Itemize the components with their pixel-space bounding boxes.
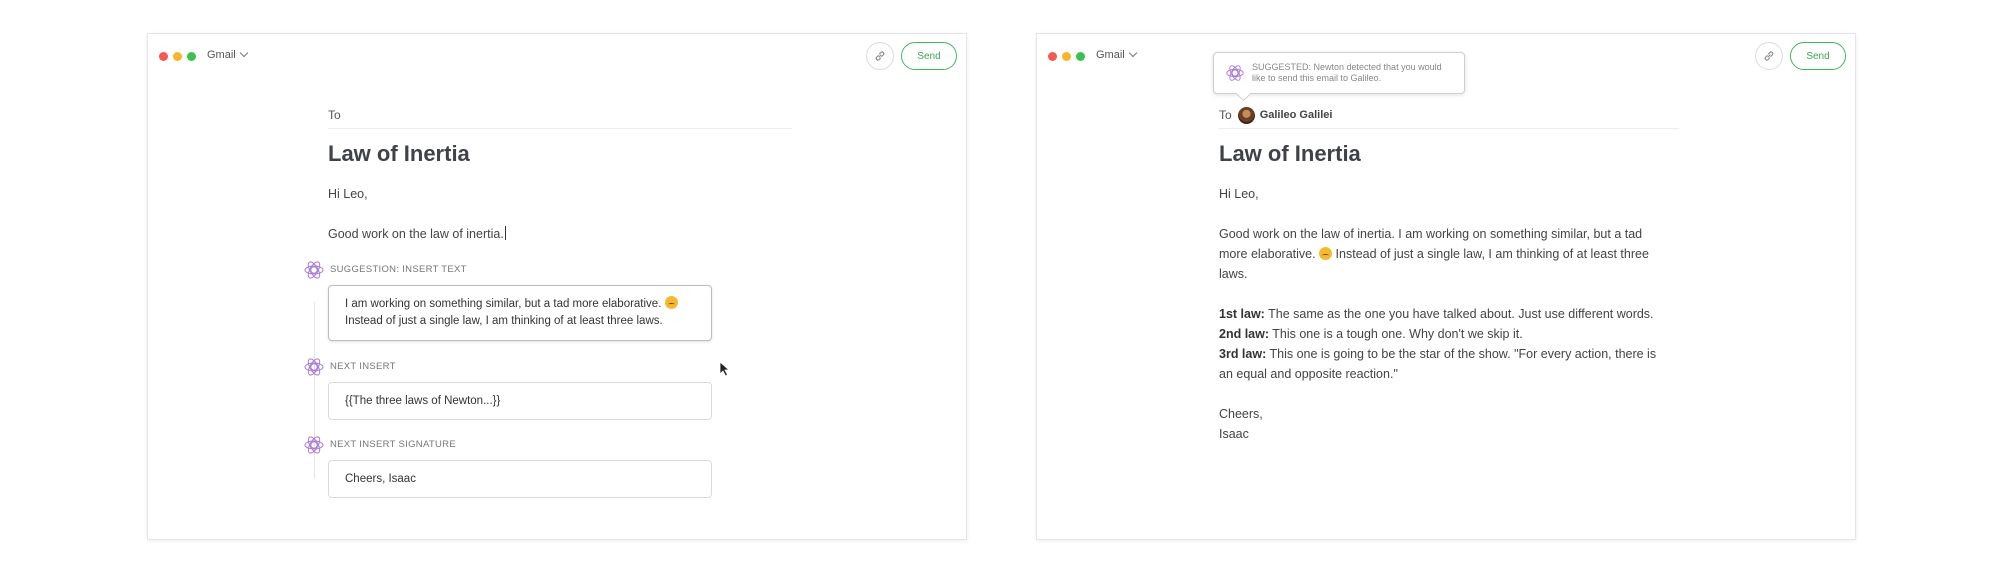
- next-insert-signature-label: NEXT INSERT SIGNATURE: [330, 439, 456, 450]
- compose-window-result: Gmail Send SUGGESTED: Newton detected th…: [1036, 33, 1856, 540]
- close-window-button[interactable]: [1048, 52, 1057, 61]
- atom-icon: [304, 261, 324, 279]
- to-label: To: [328, 108, 341, 122]
- close-window-button[interactable]: [159, 52, 168, 61]
- atom-icon: [304, 358, 324, 376]
- greeting-text: Hi Leo,: [1219, 187, 1259, 201]
- next-insert-label: NEXT INSERT: [330, 361, 396, 372]
- law-line: 3rd law: This one is going to be the sta…: [1219, 344, 1681, 364]
- insert-link-button[interactable]: [866, 42, 894, 70]
- subject-heading: Law of Inertia: [328, 141, 470, 166]
- maximize-window-button[interactable]: [1076, 52, 1085, 61]
- law-text: This one is a tough one. Why don't we sk…: [1272, 327, 1523, 341]
- account-selector[interactable]: Gmail: [1096, 48, 1137, 61]
- body-line: more elaborative. Instead of just a sing…: [1219, 244, 1681, 264]
- body-line-text: Good work on the law of inertia.: [328, 227, 504, 241]
- compose-window-suggestions: Gmail Send To Law of Inertia Hi Leo, Goo…: [147, 33, 967, 540]
- signature-text: Isaac: [1219, 427, 1249, 441]
- link-icon: [875, 51, 885, 61]
- signoff-text: Cheers,: [1219, 407, 1263, 421]
- body-line: laws.: [1219, 267, 1248, 281]
- to-field[interactable]: To: [328, 102, 792, 129]
- law-line: 1st law: The same as the one you have ta…: [1219, 304, 1681, 324]
- text-cursor: [504, 226, 506, 240]
- suggestion-insert-text[interactable]: I am working on something similar, but a…: [328, 285, 712, 341]
- unamused-emoji-icon: [1319, 247, 1333, 260]
- recipient-suggestion-tooltip[interactable]: SUGGESTED: Newton detected that you woul…: [1213, 52, 1465, 94]
- body-line: Good work on the law of inertia. I am wo…: [1219, 227, 1643, 241]
- window-controls: [1048, 52, 1085, 61]
- next-insert-signature-box[interactable]: Cheers, Isaac: [328, 460, 712, 498]
- law-name: 1st law:: [1219, 307, 1265, 321]
- body-line[interactable]: Good work on the law of inertia.: [328, 224, 506, 244]
- body-fragment: more elaborative.: [1219, 247, 1316, 261]
- next-insert-box[interactable]: {{The three laws of Newton...}}: [328, 382, 712, 420]
- chevron-down-icon: [239, 48, 248, 58]
- suggestion-line-1: I am working on something similar, but a…: [345, 298, 662, 310]
- account-name: Gmail: [1096, 49, 1125, 61]
- send-button[interactable]: Send: [1790, 42, 1846, 70]
- minimize-window-button[interactable]: [1062, 52, 1071, 61]
- window-controls: [159, 52, 196, 61]
- account-name: Gmail: [207, 49, 236, 61]
- suggestion-line: I am working on something similar, but a…: [345, 296, 695, 313]
- law-name: 3rd law:: [1219, 347, 1267, 361]
- suggestion-label: SUGGESTION: INSERT TEXT: [330, 264, 467, 275]
- subject-heading: Law of Inertia: [1219, 141, 1361, 166]
- greeting-text: Hi Leo,: [328, 187, 368, 201]
- minimize-window-button[interactable]: [173, 52, 182, 61]
- law-name: 2nd law:: [1219, 327, 1270, 341]
- send-button[interactable]: Send: [901, 42, 957, 70]
- tooltip-text: SUGGESTED: Newton detected that you woul…: [1252, 62, 1442, 83]
- mouse-pointer-icon: [719, 361, 730, 377]
- account-selector[interactable]: Gmail: [207, 48, 248, 61]
- maximize-window-button[interactable]: [187, 52, 196, 61]
- law-text: The same as the one you have talked abou…: [1268, 307, 1654, 321]
- atom-icon: [304, 436, 324, 454]
- atom-icon: [1226, 65, 1244, 81]
- body-fragment: Instead of just a single law, I am think…: [1335, 247, 1649, 261]
- recipient-chip[interactable]: Galileo Galilei: [1260, 109, 1333, 121]
- link-icon: [1764, 51, 1774, 61]
- to-field[interactable]: To Galileo Galilei: [1219, 102, 1679, 129]
- avatar: [1237, 106, 1255, 124]
- suggestion-line-2: Instead of just a single law, I am think…: [345, 315, 663, 327]
- chevron-down-icon: [1128, 48, 1137, 58]
- law-text: This one is going to be the star of the …: [1269, 347, 1657, 361]
- body-line: an equal and opposite reaction.": [1219, 367, 1398, 381]
- insert-link-button[interactable]: [1755, 42, 1783, 70]
- to-label: To: [1219, 108, 1232, 122]
- law-line: 2nd law: This one is a tough one. Why do…: [1219, 324, 1681, 344]
- unamused-emoji-icon: [664, 296, 678, 309]
- email-body[interactable]: Good work on the law of inertia. I am wo…: [1219, 224, 1681, 444]
